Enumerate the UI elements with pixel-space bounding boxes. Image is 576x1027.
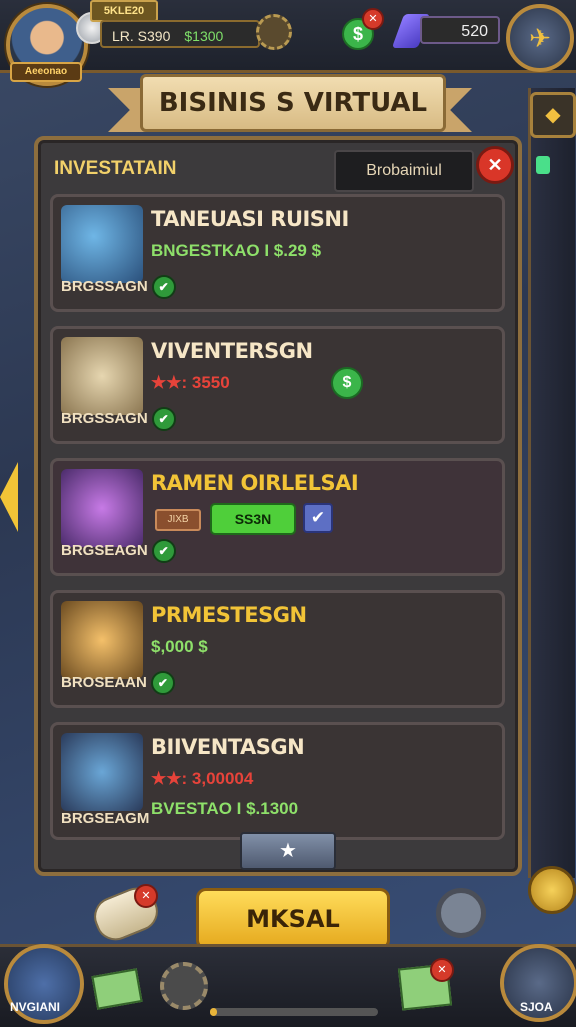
gem-counter: 520 (420, 16, 500, 44)
card-footer: BRGSEAGM (61, 810, 149, 827)
business-card-3[interactable]: RAMEN OIRLELSAI JIXB SS3N ✔ BRGSEAGN ✔ (50, 458, 505, 576)
navigation-label: NVGIANI (10, 1000, 61, 1014)
progress-track (210, 1008, 378, 1016)
worker-laptop-art (61, 469, 143, 547)
money-scroll-art (61, 601, 143, 679)
scroll-notification-icon: ✕ (134, 884, 158, 908)
player-name: Aeeonao (10, 62, 82, 82)
bills-notification-icon: ✕ (430, 958, 454, 982)
business-card-1[interactable]: TANEUASI RUISNI BNGESTKAO I $.29 $ BRGSS… (50, 194, 505, 312)
scroll-stack-art (61, 337, 143, 415)
main-action-button[interactable]: MKSAL (196, 888, 390, 950)
card-footer: BROSEAAN ✔ (61, 671, 175, 695)
check-icon: ✔ (150, 671, 175, 695)
card-footer-label: BROSEAAN (61, 673, 147, 691)
left-arrow-icon[interactable] (0, 462, 18, 532)
search-icon[interactable] (436, 888, 486, 938)
card-subtitle: BVESTAO I $.1300 (151, 799, 299, 818)
cash-notification-icon: ✕ (362, 8, 384, 30)
worker-laptop-art (61, 205, 143, 283)
rail-diamond-icon[interactable]: ◆ (530, 92, 576, 138)
card-footer-label: BRGSEAGN (61, 541, 148, 559)
card-subtitle: BNGESTKAO I $.29 $ (151, 241, 322, 260)
progress-fill (210, 1008, 217, 1016)
star-rating: ★★: (151, 769, 188, 788)
money-counter: LR. S390 $1300 (100, 20, 260, 48)
favorites-star-icon[interactable]: ★ (240, 832, 336, 870)
compass-icon[interactable] (528, 866, 576, 914)
page-title: BISINIS S VIRTUAL (140, 74, 446, 132)
check-icon: ✔ (151, 407, 176, 431)
business-card-4[interactable]: PRMESTESGN $,000 $ BROSEAAN ✔ (50, 590, 505, 708)
card-footer-label: BRGSEAGM (61, 810, 150, 827)
money-extra: $1300 (184, 28, 224, 44)
star-rating: ★★: (151, 373, 188, 392)
section-title: INVESTATAIN (54, 158, 177, 179)
card-footer: BRGSSAGN ✔ (61, 407, 176, 431)
close-icon[interactable]: ✕ (476, 146, 514, 184)
dollar-icon[interactable]: $ (331, 367, 363, 399)
card-value: $,000 $ (151, 637, 208, 656)
check-icon: ✔ (151, 539, 176, 563)
card-title: BIIVENTASGN (151, 735, 305, 759)
card-title: PRMESTESGN (151, 603, 307, 627)
side-rail (528, 88, 575, 878)
card-title: RAMEN OIRLELSAI (151, 471, 359, 495)
buy-button[interactable]: SS3N (210, 503, 296, 535)
card-footer: BRGSEAGN ✔ (61, 539, 176, 563)
business-card-2[interactable]: VIVENTERSGN ★★: 3550 $ BRGSSAGN ✔ (50, 326, 505, 444)
tablet-art (61, 733, 143, 811)
card-title: VIVENTERSGN (151, 339, 313, 363)
card-rating: ★★: 3550 (151, 373, 230, 393)
gear-icon[interactable] (256, 14, 292, 50)
money-label: LR. S390 (112, 28, 171, 44)
card-value: 3,00004 (191, 769, 254, 788)
card-rating: ★★: 3,00004 (151, 769, 253, 789)
checkbox-icon[interactable]: ✔ (303, 503, 333, 533)
settings-gear-icon[interactable] (160, 962, 208, 1010)
card-footer-label: BRGSSAGN (61, 277, 148, 295)
card-value: 3550 (191, 373, 230, 392)
map-button-icon[interactable]: ✈ (506, 4, 574, 72)
card-title: TANEUASI RUISNI (151, 207, 349, 231)
search-input[interactable]: Brobaimiul (334, 150, 474, 192)
level-badge: 5KLE20 (90, 0, 158, 22)
rail-emerald-icon (536, 156, 550, 174)
card-footer-label: BRGSSAGN (61, 409, 148, 427)
check-icon: ✔ (151, 275, 176, 299)
card-tag: JIXB (155, 509, 201, 531)
business-card-5[interactable]: BIIVENTASGN ★★: 3,00004 BVESTAO I $.1300… (50, 722, 505, 840)
card-footer: BRGSSAGN ✔ (61, 275, 176, 299)
shop-label: SJOA (520, 1000, 553, 1014)
